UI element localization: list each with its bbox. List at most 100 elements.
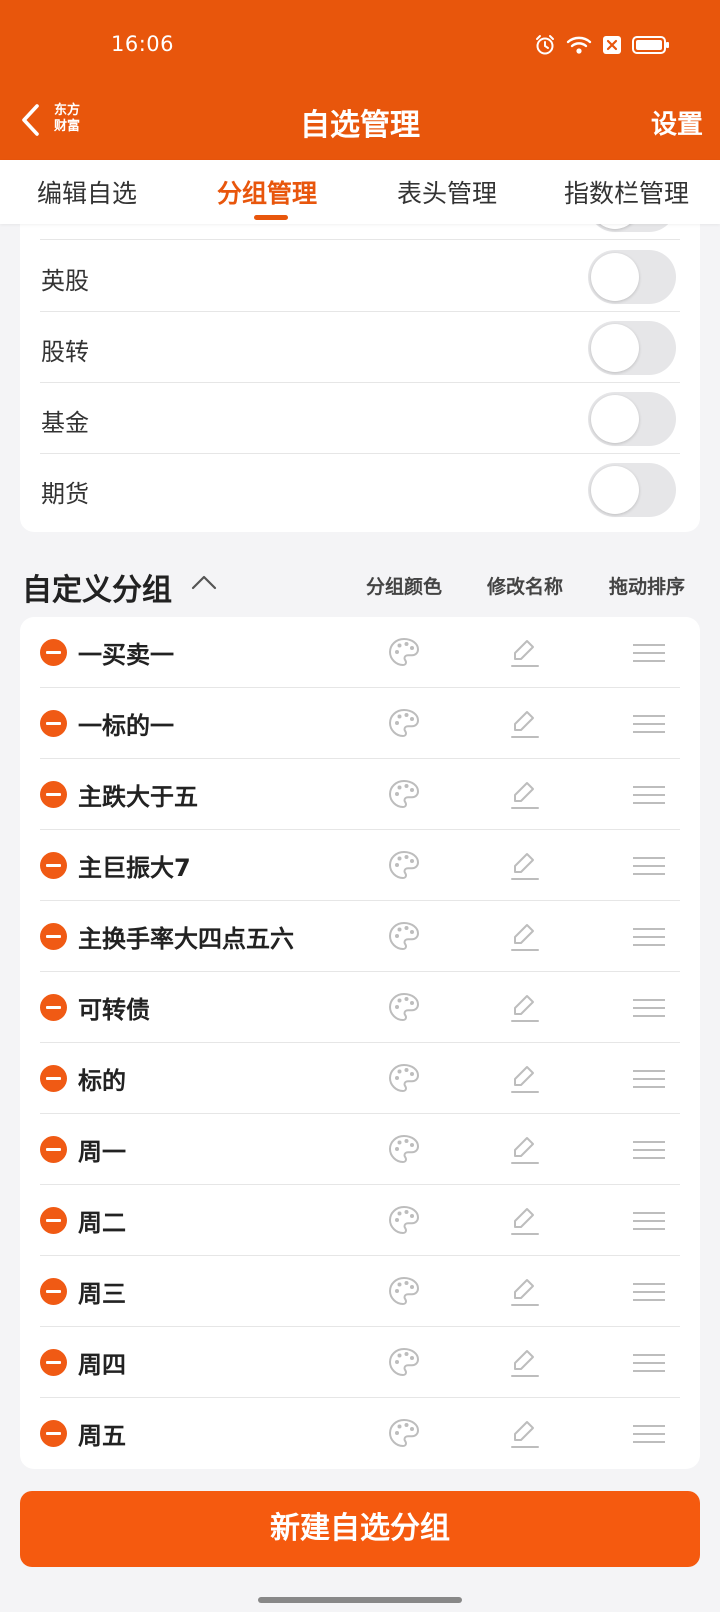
minus-circle-icon[interactable] xyxy=(40,1207,67,1234)
drag-handle-icon[interactable] xyxy=(632,1211,666,1235)
drag-handle-icon[interactable] xyxy=(632,1424,666,1448)
palette-icon[interactable] xyxy=(387,920,421,956)
minus-circle-icon[interactable] xyxy=(40,1136,67,1163)
minus-circle-icon[interactable] xyxy=(40,1420,67,1447)
custom-group-row: 主巨振大7 xyxy=(40,830,680,901)
palette-icon[interactable] xyxy=(387,778,421,814)
minus-circle-icon[interactable] xyxy=(40,1065,67,1092)
group-name: 标的 xyxy=(78,1067,126,1095)
palette-icon[interactable] xyxy=(387,1204,421,1240)
palette-icon[interactable] xyxy=(387,991,421,1027)
minus-circle-icon[interactable] xyxy=(40,781,67,808)
toggle-switch[interactable] xyxy=(588,250,676,304)
toggle-switch[interactable] xyxy=(588,392,676,446)
market-group-label: 英股 xyxy=(41,267,89,295)
column-header-sort: 拖动排序 xyxy=(609,576,686,598)
drag-handle-icon[interactable] xyxy=(632,1282,666,1306)
drag-handle-icon[interactable] xyxy=(632,714,666,738)
list-item xyxy=(40,224,680,240)
pencil-icon[interactable] xyxy=(510,992,540,1028)
drag-handle-icon[interactable] xyxy=(632,927,666,951)
wifi-icon xyxy=(566,36,592,54)
column-header-rename: 修改名称 xyxy=(487,576,564,598)
group-name: 主跌大于五 xyxy=(78,783,198,811)
drag-handle-icon[interactable] xyxy=(632,1140,666,1164)
tab-header-management[interactable]: 表头管理 xyxy=(397,174,497,210)
market-group-row: 期货 xyxy=(40,454,680,525)
pencil-icon[interactable] xyxy=(510,850,540,886)
group-name: 一标的一 xyxy=(78,712,174,740)
section-title: 自定义分组 xyxy=(22,573,172,608)
tab-edit-watchlist[interactable]: 编辑自选 xyxy=(37,174,137,210)
chevron-up-icon[interactable] xyxy=(190,572,218,592)
pencil-icon[interactable] xyxy=(510,921,540,957)
group-name: 周三 xyxy=(78,1280,126,1308)
group-name: 周二 xyxy=(78,1209,126,1237)
palette-icon[interactable] xyxy=(387,1133,421,1169)
custom-group-row: 周五 xyxy=(40,1398,680,1469)
toggle-knob xyxy=(591,466,639,514)
tab-index-bar-management[interactable]: 指数栏管理 xyxy=(564,174,689,210)
palette-icon[interactable] xyxy=(387,1346,421,1382)
page-title: 自选管理 xyxy=(300,108,420,143)
market-group-row: 基金 xyxy=(40,383,680,454)
pencil-icon[interactable] xyxy=(510,1205,540,1241)
minus-circle-icon[interactable] xyxy=(40,639,67,666)
drag-handle-icon[interactable] xyxy=(632,643,666,667)
toggle-switch[interactable] xyxy=(588,321,676,375)
toggle-switch[interactable] xyxy=(588,463,676,517)
pencil-icon[interactable] xyxy=(510,1063,540,1099)
palette-icon[interactable] xyxy=(387,849,421,885)
minus-circle-icon[interactable] xyxy=(40,852,67,879)
pencil-icon[interactable] xyxy=(510,779,540,815)
market-group-label: 期货 xyxy=(41,480,89,508)
palette-icon[interactable] xyxy=(387,636,421,672)
minus-circle-icon[interactable] xyxy=(40,923,67,950)
pencil-icon[interactable] xyxy=(510,1276,540,1312)
pencil-icon[interactable] xyxy=(510,1347,540,1383)
custom-groups-card: 一买卖一 一标的一 主跌大于五 主巨振大7 主换手率大四点五六 可转债 标的 周一 周二 周三 周四… xyxy=(20,617,700,1469)
toggle-knob xyxy=(591,324,639,372)
pencil-icon[interactable] xyxy=(510,637,540,673)
drag-handle-icon[interactable] xyxy=(632,856,666,880)
minus-circle-icon[interactable] xyxy=(40,1278,67,1305)
settings-button[interactable]: 设置 xyxy=(651,104,703,141)
custom-group-row: 周二 xyxy=(40,1185,680,1256)
toggle-switch[interactable] xyxy=(588,224,676,232)
custom-group-row: 标的 xyxy=(40,1043,680,1114)
tab-bar: 编辑自选 分组管理 表头管理 指数栏管理 xyxy=(0,160,720,224)
pencil-icon[interactable] xyxy=(510,1134,540,1170)
custom-group-row: 周一 xyxy=(40,1114,680,1185)
pencil-icon[interactable] xyxy=(510,1418,540,1454)
palette-icon[interactable] xyxy=(387,707,421,743)
new-group-button[interactable]: 新建自选分组 xyxy=(20,1491,700,1567)
minus-circle-icon[interactable] xyxy=(40,994,67,1021)
palette-icon[interactable] xyxy=(387,1417,421,1453)
market-group-label: 股转 xyxy=(41,338,89,366)
minus-circle-icon[interactable] xyxy=(40,1349,67,1376)
market-groups-card: 英股 股转 基金 期货 xyxy=(20,224,700,532)
home-indicator[interactable] xyxy=(258,1597,462,1603)
group-name: 一买卖一 xyxy=(78,641,174,669)
palette-icon[interactable] xyxy=(387,1275,421,1311)
battery-icon xyxy=(632,36,669,54)
market-group-row: 股转 xyxy=(40,312,680,383)
market-group-label: 基金 xyxy=(41,409,89,437)
drag-handle-icon[interactable] xyxy=(632,1069,666,1093)
alarm-icon xyxy=(536,35,554,55)
drag-handle-icon[interactable] xyxy=(632,1353,666,1377)
custom-group-row: 主跌大于五 xyxy=(40,759,680,830)
drag-handle-icon[interactable] xyxy=(632,998,666,1022)
drag-handle-icon[interactable] xyxy=(632,785,666,809)
pencil-icon[interactable] xyxy=(510,708,540,744)
group-name: 可转债 xyxy=(78,996,150,1024)
custom-group-row: 一标的一 xyxy=(40,688,680,759)
custom-group-row: 可转债 xyxy=(40,972,680,1043)
header-bar: 16:06 东方 财富 自选管理 设置 xyxy=(0,0,720,160)
market-group-row: 英股 xyxy=(40,241,680,312)
minus-circle-icon[interactable] xyxy=(40,710,67,737)
group-name: 周五 xyxy=(78,1422,126,1450)
palette-icon[interactable] xyxy=(387,1062,421,1098)
tab-group-management[interactable]: 分组管理 xyxy=(217,174,317,210)
status-time: 16:06 xyxy=(111,32,175,56)
